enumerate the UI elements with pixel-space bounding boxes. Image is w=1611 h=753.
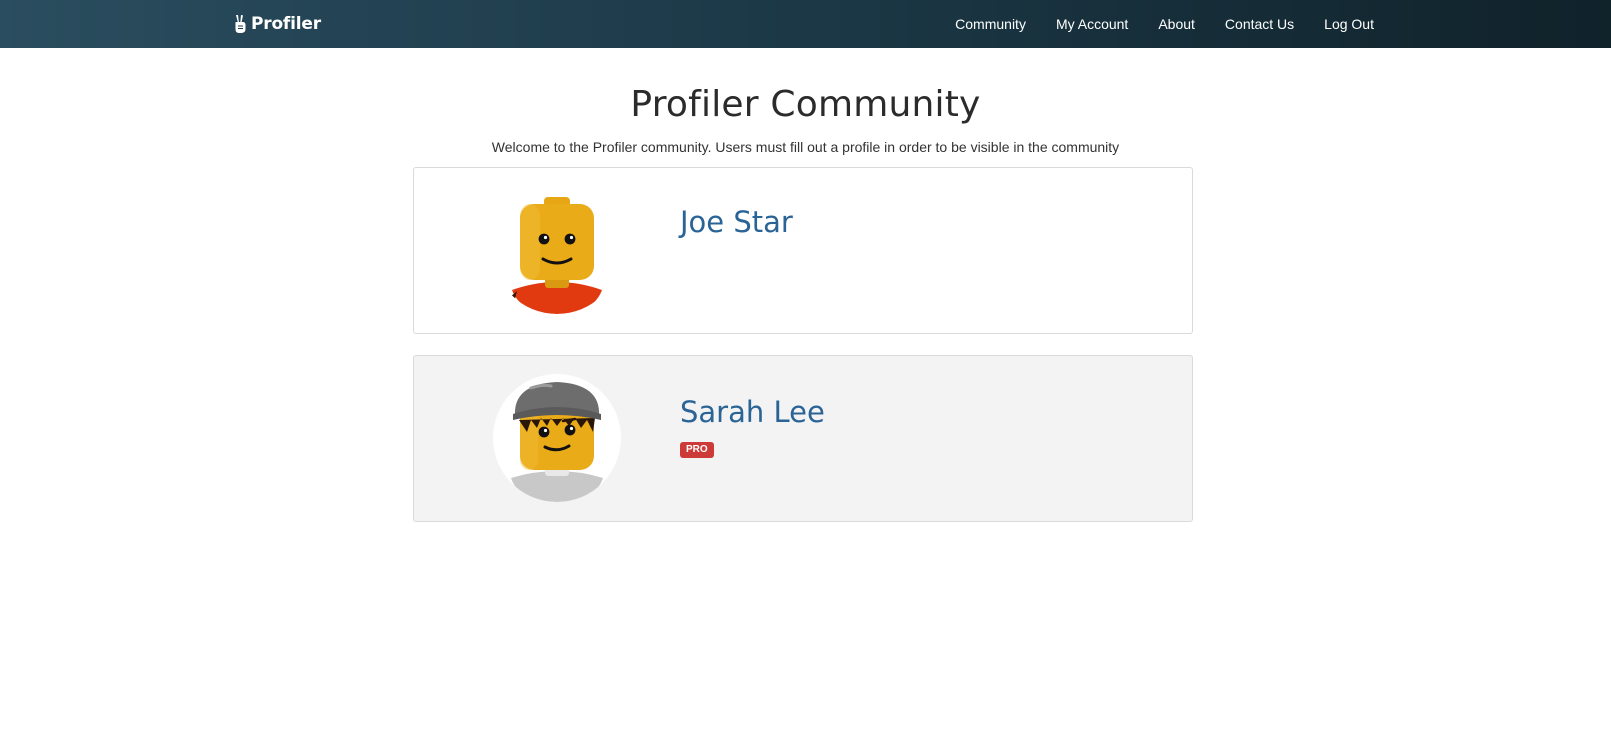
page-subtitle: Welcome to the Profiler community. Users… [491,139,1120,155]
nav-about[interactable]: About [1158,16,1195,32]
member-name-link[interactable]: Sarah Lee [680,395,825,429]
nav-my-account[interactable]: My Account [1056,16,1128,32]
nav-community[interactable]: Community [955,16,1026,32]
member-name-link[interactable]: Joe Star [680,205,793,239]
member-card-pro: Sarah Lee PRO [413,355,1193,522]
brand-name: Profiler [251,14,321,34]
nav-log-out[interactable]: Log Out [1324,16,1374,32]
member-card: Joe Star [413,167,1193,334]
avatar[interactable] [493,374,621,502]
page-title: Profiler Community [630,84,981,125]
lego-minifig-gray-hat-icon [511,382,603,502]
top-navbar: Profiler Community My Account About Cont… [0,0,1611,48]
peace-hand-icon [232,14,248,34]
brand-link[interactable]: Profiler [232,12,321,36]
pro-badge: PRO [680,442,714,458]
lego-minifig-orange-torso-icon [509,197,602,314]
nav-menu: Community My Account About Contact Us Lo… [955,0,1374,48]
nav-contact-us[interactable]: Contact Us [1225,16,1294,32]
avatar[interactable] [493,186,621,314]
